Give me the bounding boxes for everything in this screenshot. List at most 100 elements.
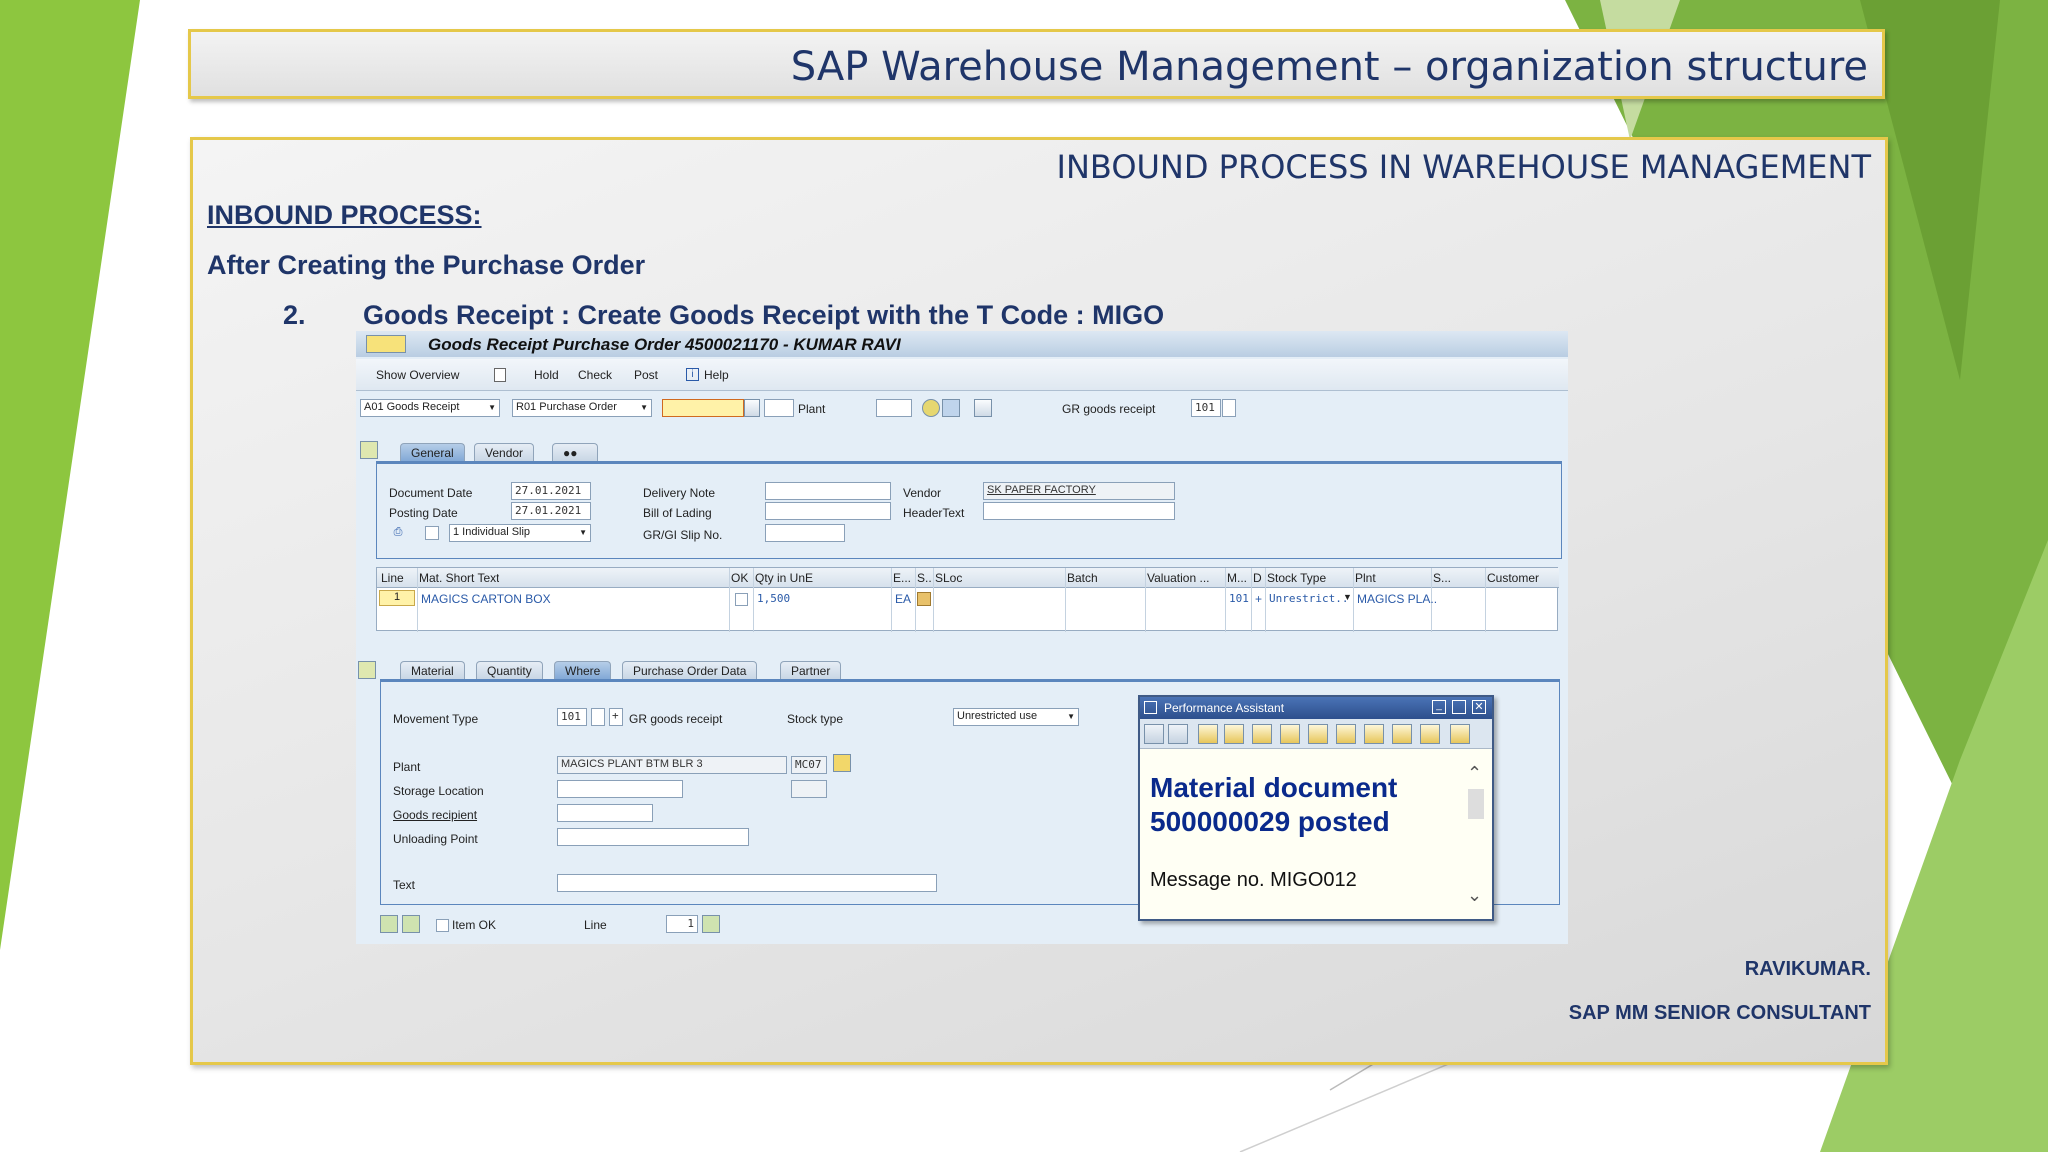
row-ok-checkbox[interactable] [735,593,748,606]
print-icon[interactable] [1420,724,1440,744]
collapse-detail-icon[interactable] [358,661,376,679]
row-unit[interactable]: EA [895,592,911,606]
row-qty[interactable]: 1,500 [757,592,790,605]
col-qty[interactable]: Qty in UnE [755,571,813,585]
col-d[interactable]: D [1253,571,1262,585]
col-line[interactable]: Line [381,571,404,585]
row-movement-type[interactable]: 101 [1229,592,1249,605]
item-ok-checkbox[interactable] [436,919,449,932]
po-item-input[interactable] [764,399,794,417]
bill-of-lading-input[interactable] [765,502,891,520]
hold-button[interactable]: Hold [534,368,559,382]
delivery-note-label: Delivery Note [643,486,716,500]
vendor-value[interactable]: SK PAPER FACTORY [983,482,1175,500]
gr-movement-input[interactable]: 101 [1191,399,1221,417]
col-material[interactable]: Mat. Short Text [419,571,499,585]
col-sloc[interactable]: SLoc [935,571,962,585]
home-icon[interactable] [1198,724,1218,744]
edit-icon[interactable] [1252,724,1272,744]
special-stock-input[interactable] [591,708,605,726]
collapse-header-icon[interactable] [360,441,378,459]
check-button[interactable]: Check [578,368,612,382]
storage-location-input[interactable] [557,780,683,798]
unloading-point-input[interactable] [557,828,749,846]
header-text-input[interactable] [983,502,1175,520]
po-number-input[interactable] [662,399,744,417]
user-icon[interactable] [1308,724,1328,744]
scroll-down-icon[interactable]: ⌄ [1467,885,1482,906]
minimize-icon[interactable]: _ [1432,700,1446,714]
book-icon[interactable] [1336,724,1356,744]
show-overview-button[interactable]: Show Overview [376,368,459,382]
col-s2[interactable]: S... [1433,571,1451,585]
tab-where[interactable]: Where [554,661,612,680]
note-icon[interactable] [1392,724,1412,744]
goods-recipient-label[interactable]: Goods recipient [393,808,477,822]
back-icon[interactable] [1144,724,1164,744]
plant-detail-value[interactable]: MAGICS PLANT BTM BLR 3 [557,756,787,774]
stock-type-dropdown[interactable]: Unrestricted use [953,708,1079,726]
open-folder-icon[interactable] [1364,724,1384,744]
row-stock-type[interactable]: Unrestrict.. [1269,592,1348,605]
printer-icon[interactable]: ⎙ [389,524,407,542]
line-select-icon[interactable] [702,915,720,933]
technical-info-icon[interactable] [1280,724,1300,744]
col-s[interactable]: S.. [917,571,932,585]
posting-date-input[interactable]: 27.01.2021 [511,502,591,520]
col-ok[interactable]: OK [731,571,748,585]
row-material[interactable]: MAGICS CARTON BOX [421,592,551,606]
reference-dropdown[interactable]: R01 Purchase Order [512,399,652,417]
popup-scrollbar[interactable]: ⌃ ⌄ [1464,763,1488,913]
storage-location-code[interactable] [791,780,827,798]
action-dropdown[interactable]: A01 Goods Receipt [360,399,500,417]
next-item-icon[interactable] [402,915,420,933]
tab-partner-icon[interactable]: ●● [552,443,598,462]
document-date-input[interactable]: 27.01.2021 [511,482,591,500]
text-input[interactable] [557,874,937,892]
print-checkbox[interactable] [425,526,439,540]
col-plant[interactable]: Plnt [1355,571,1376,585]
movement-type-input[interactable]: 101 [557,708,587,726]
close-icon[interactable]: ✕ [1472,700,1486,714]
debit-input[interactable]: + [609,708,623,726]
col-valuation[interactable]: Valuation ... [1147,571,1209,585]
scroll-thumb[interactable] [1468,789,1484,819]
forward-icon[interactable] [1168,724,1188,744]
tree-icon[interactable] [1224,724,1244,744]
settings-icon[interactable] [974,399,992,417]
new-document-icon[interactable] [494,368,506,382]
slip-dropdown[interactable]: 1 Individual Slip [449,524,591,542]
maximize-icon[interactable] [1452,700,1466,714]
gr-special-input[interactable] [1222,399,1236,417]
tab-material[interactable]: Material [400,661,465,680]
col-batch[interactable]: Batch [1067,571,1098,585]
row-stock-dropdown-icon[interactable]: ▼ [1343,592,1352,602]
row-line[interactable]: 1 [379,590,415,606]
scroll-up-icon[interactable]: ⌃ [1467,763,1482,784]
tab-partner[interactable]: Partner [780,661,842,680]
post-button[interactable]: Post [634,368,658,382]
col-customer[interactable]: Customer [1487,571,1539,585]
row-plant[interactable]: MAGICS PLA.. [1357,592,1437,606]
more-icon[interactable] [1450,724,1470,744]
grgi-slip-input[interactable] [765,524,845,542]
col-unit[interactable]: E... [893,571,911,585]
tab-quantity[interactable]: Quantity [476,661,543,680]
col-m[interactable]: M... [1227,571,1247,585]
plant-code-value[interactable]: MC07 [791,756,827,774]
goods-recipient-input[interactable] [557,804,653,822]
execute-icon[interactable] [922,399,940,417]
plant-input[interactable] [876,399,912,417]
col-stock-type[interactable]: Stock Type [1267,571,1326,585]
tab-vendor[interactable]: Vendor [474,443,535,462]
row-debit[interactable]: + [1255,592,1262,606]
binoculars-icon[interactable] [942,399,960,417]
plant-info-icon[interactable] [833,754,851,772]
tab-po-data[interactable]: Purchase Order Data [622,661,758,680]
tab-general[interactable]: General [400,443,465,462]
help-button[interactable]: Help [704,368,729,382]
line-input[interactable]: 1 [666,915,698,933]
previous-item-icon[interactable] [380,915,398,933]
delivery-note-input[interactable] [765,482,891,500]
search-help-icon[interactable] [744,399,760,417]
